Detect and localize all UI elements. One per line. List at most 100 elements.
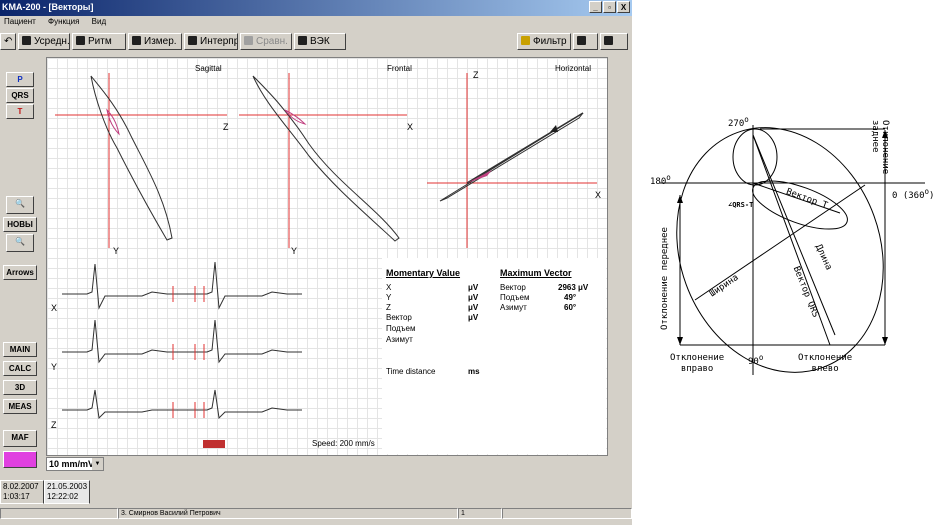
magnifier-icon: 🔍: [15, 237, 25, 246]
status-patient: 3. Смирнов Василий Петрович: [118, 508, 458, 519]
printer-icon: [22, 36, 31, 45]
momentary-label-z: Z: [386, 303, 391, 312]
scroll-marker[interactable]: [203, 440, 225, 448]
sagittal-plot: [55, 73, 227, 248]
zoom-in-button[interactable]: 🔍: [6, 196, 34, 214]
title-bar: KMA-200 - [Векторы] _ ▫ X: [0, 0, 632, 16]
scale-value: 10 mm/mV: [49, 459, 95, 469]
speed-label: Speed: 200 mm/s: [312, 439, 375, 448]
horizontal-z-label: Z: [473, 70, 479, 80]
scale-select[interactable]: 10 mm/mV ▼: [46, 457, 104, 471]
application-window: KMA-200 - [Векторы] _ ▫ X Пациент Функци…: [0, 0, 632, 525]
interpret-button[interactable]: Интерпр: [184, 33, 238, 50]
session-tabs: 8.02.2007 1:03:17 21.05.2003 12:22:02: [0, 480, 632, 506]
frontal-plot: [239, 73, 407, 248]
maximum-label-azimuth: Азимут: [500, 303, 527, 312]
filter-button[interactable]: Фильтр: [517, 33, 571, 50]
menu-view[interactable]: Вид: [92, 17, 106, 26]
printer-icon: [76, 36, 85, 45]
momentary-label-azimuth: Азимут: [386, 335, 413, 344]
print-icon: [577, 36, 586, 45]
color-button[interactable]: [3, 451, 37, 468]
momentary-label-y: Y: [386, 293, 392, 302]
time-distance-unit: ms: [468, 367, 480, 376]
maximize-button[interactable]: ▫: [603, 1, 616, 13]
momentary-unit-x: μV: [468, 283, 479, 292]
momentary-title: Momentary Value: [386, 268, 461, 278]
toolbar: ↶ Усредн. Ритм Измер. Интерпр Сравн. ВЭК…: [0, 31, 632, 53]
length-line: [752, 134, 836, 336]
lead-z-label: Z: [51, 420, 57, 430]
compare-button[interactable]: Сравн.: [240, 33, 292, 50]
left-dev-label: Отклонение влево: [798, 353, 853, 374]
time-distance-label: Time distance: [386, 367, 436, 376]
measure-button[interactable]: Измер.: [128, 33, 182, 50]
print-all-button[interactable]: [600, 33, 628, 50]
menu-patient[interactable]: Пациент: [4, 17, 36, 26]
angle-90: 90o: [748, 353, 764, 367]
maximum-title: Maximum Vector: [500, 268, 572, 278]
angle-180: 180o: [650, 173, 671, 187]
average-button[interactable]: Усредн.: [18, 33, 70, 50]
minimize-button[interactable]: _: [589, 1, 602, 13]
vek-button[interactable]: ВЭК: [294, 33, 346, 50]
filter-icon: [521, 36, 530, 45]
rhythm-button[interactable]: Ритм: [72, 33, 126, 50]
maf-button[interactable]: MAF: [3, 430, 37, 447]
frontal-t-loop: [284, 109, 307, 125]
qrs-t-angle-label: ∠QRS-T: [728, 201, 754, 209]
maximum-label-vector: Вектор: [500, 283, 526, 292]
printer-icon: [298, 36, 307, 45]
zoom-out-button[interactable]: 🔍: [6, 234, 34, 252]
printer-icon: [188, 36, 197, 45]
frontal-x-label: X: [407, 122, 414, 132]
chevron-down-icon[interactable]: ▼: [92, 458, 103, 470]
print-settings-button[interactable]: [573, 33, 598, 50]
momentary-unit-z: μV: [468, 303, 479, 312]
frontal-y-label: Y: [291, 246, 298, 256]
lead-x-label: X: [51, 303, 58, 313]
printer-icon: [244, 36, 253, 45]
maximum-value-azimuth: 60°: [564, 303, 577, 312]
status-bar: 3. Смирнов Василий Петрович 1: [0, 508, 632, 520]
session-tab-1[interactable]: 8.02.2007 1:03:17: [0, 480, 44, 504]
horizontal-title: Horizontal: [555, 64, 592, 73]
maximum-label-elevation: Подъем: [500, 293, 530, 302]
ecg-traces: [62, 261, 302, 448]
back-arrow-button[interactable]: ↶: [0, 33, 16, 50]
horizontal-t-loop: [467, 170, 492, 183]
menu-bar: Пациент Функция Вид: [0, 17, 112, 29]
anterior-label: Отклонение переднее: [660, 227, 670, 330]
menu-function[interactable]: Функция: [48, 17, 79, 26]
meas-button[interactable]: MEAS: [3, 399, 37, 414]
session-tab-2[interactable]: 21.05.2003 12:22:02: [44, 480, 90, 504]
sagittal-y-label: Y: [113, 246, 120, 256]
status-page: 1: [458, 508, 502, 519]
horizontal-x-label: X: [595, 190, 602, 200]
angle-0: 0 (360o): [892, 187, 935, 201]
qrs-button[interactable]: QRS: [6, 88, 34, 103]
close-button[interactable]: X: [617, 1, 630, 13]
arrows-button[interactable]: Arrows: [3, 265, 37, 280]
t-wave-button[interactable]: T: [6, 104, 34, 119]
status-cell-empty: [0, 508, 118, 519]
main-button[interactable]: MAIN: [3, 342, 37, 357]
sagittal-qrs-loop: [90, 75, 173, 241]
lead-y-label: Y: [51, 362, 58, 372]
3d-button[interactable]: 3D: [3, 380, 37, 395]
new-button[interactable]: НОВЫ: [3, 217, 37, 232]
momentary-unit-y: μV: [468, 293, 479, 302]
p-wave-button[interactable]: P: [6, 72, 34, 87]
calc-button[interactable]: CALC: [3, 361, 37, 376]
vector-diagram: 270o 180o 0 (360o) 90o ∠QRS-T Вектор Т Д…: [640, 95, 934, 385]
momentary-label-x: X: [386, 283, 392, 292]
momentary-label-elevation: Подъем: [386, 324, 416, 333]
sagittal-title: Sagittal: [195, 64, 222, 73]
maximum-value-vector: 2963 μV: [558, 283, 589, 292]
measurement-panel: Momentary Value X μV Y μV Z μV Вектор μV…: [312, 258, 606, 454]
window-controls: _ ▫ X: [589, 1, 630, 13]
magnifier-icon: 🔍: [15, 199, 25, 208]
momentary-label-vector: Вектор: [386, 313, 412, 322]
status-cell-extra: [502, 508, 632, 519]
frontal-title: Frontal: [387, 64, 412, 73]
